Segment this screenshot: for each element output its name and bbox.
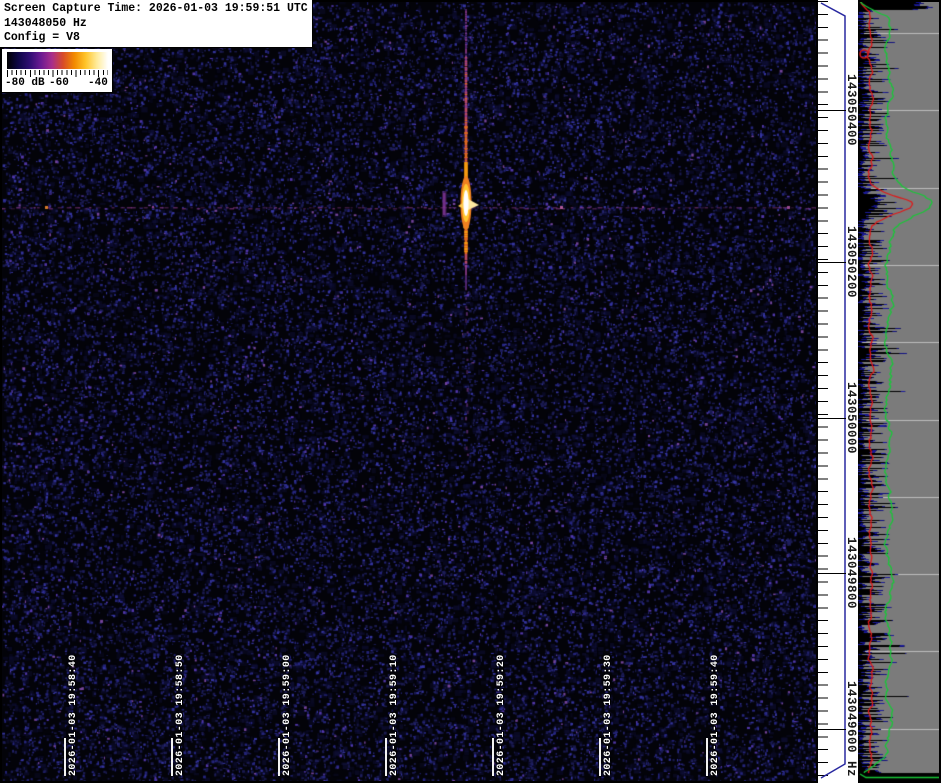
time-label: 2026-01-03 19:58:50 xyxy=(175,654,186,776)
time-label: 2026-01-03 19:59:40 xyxy=(710,654,721,776)
time-label: 2026-01-03 19:59:20 xyxy=(496,654,507,776)
frequency-major-tick xyxy=(818,573,846,574)
time-tick-mark xyxy=(385,738,387,776)
frequency-ruler: 143050400 143050200 143050000 143049800 1430… xyxy=(818,0,858,783)
frequency-label: 143050200 xyxy=(844,226,858,298)
capture-time-text: Screen Capture Time: 2026-01-03 19:59:51… xyxy=(4,2,312,17)
spectrum-graph-panel xyxy=(858,2,939,781)
time-label: 2026-01-03 19:58:40 xyxy=(68,654,79,776)
frequency-label: 143049600 Hz xyxy=(844,681,858,777)
color-scale-labels: -80 dB -60 -40 xyxy=(2,77,113,91)
waterfall-spectrogram xyxy=(2,2,816,781)
time-tick-mark xyxy=(599,738,601,776)
scale-label-minus40: -40 xyxy=(88,77,108,89)
frequency-major-tick xyxy=(818,418,846,419)
time-tick-mark xyxy=(278,738,280,776)
spectrum-lab-capture: 143050400 143050200 143050000 143049800 1430… xyxy=(0,0,941,783)
time-tick-mark xyxy=(171,738,173,776)
frequency-label: 143050400 xyxy=(844,74,858,146)
frequency-major-tick xyxy=(818,110,846,111)
color-scale-gradient xyxy=(7,52,108,69)
scale-label-minus60: -60 xyxy=(49,77,69,89)
time-label: 2026-01-03 19:59:30 xyxy=(603,654,614,776)
frequency-label: 143049800 xyxy=(844,537,858,609)
capture-info-box: Screen Capture Time: 2026-01-03 19:59:51… xyxy=(0,0,313,48)
frequency-major-tick xyxy=(818,729,846,730)
center-frequency-text: 143048050 Hz xyxy=(4,17,312,32)
frequency-label: 143050000 xyxy=(844,382,858,454)
color-scale-legend: -80 dB -60 -40 xyxy=(2,49,113,93)
time-tick-mark xyxy=(706,738,708,776)
color-scale-ticks xyxy=(7,70,108,77)
frequency-major-tick xyxy=(818,262,846,263)
time-tick-mark xyxy=(64,738,66,776)
time-label: 2026-01-03 19:59:10 xyxy=(389,654,400,776)
time-tick-mark xyxy=(492,738,494,776)
scale-label-minus80: -80 dB xyxy=(5,77,45,89)
time-label: 2026-01-03 19:59:00 xyxy=(282,654,293,776)
config-text: Config = V8 xyxy=(4,31,312,46)
